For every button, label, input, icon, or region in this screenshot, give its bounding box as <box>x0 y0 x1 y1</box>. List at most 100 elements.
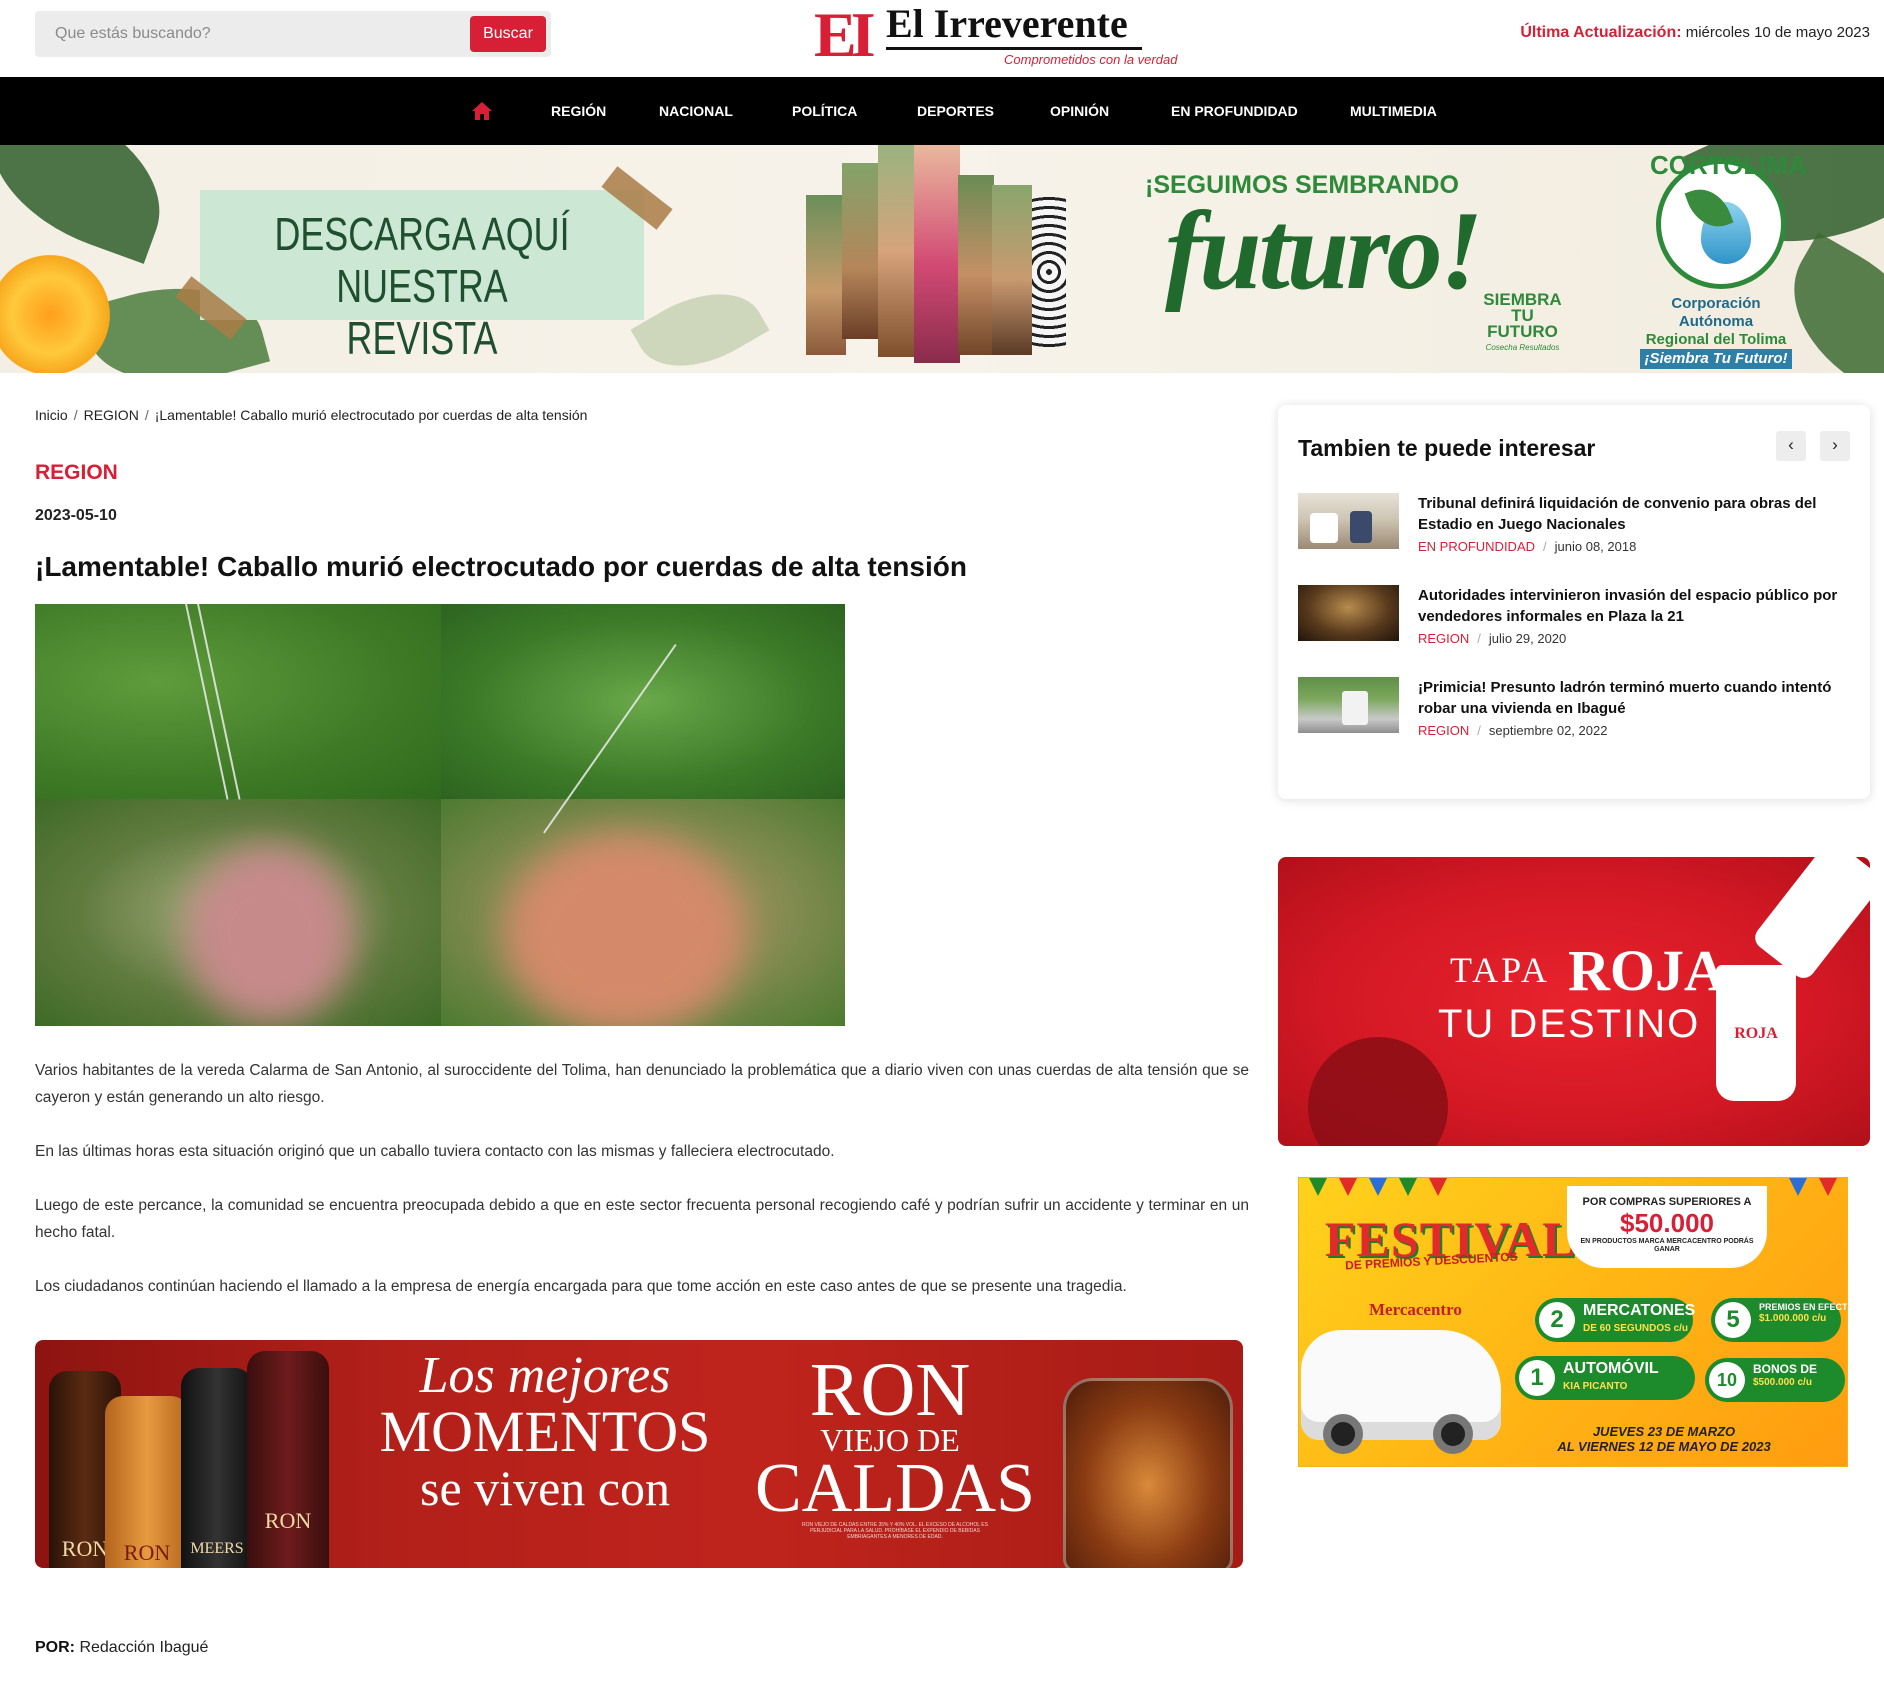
prize-label: PREMIOS EN EFECTIVO DE$1.000.000 c/u <box>1759 1302 1848 1324</box>
site-logo[interactable]: EI El Irreverente Comprometidos con la v… <box>814 2 1177 72</box>
carousel-prev-button[interactable]: ‹ <box>1776 431 1806 461</box>
ron-ad-brand-line-3: CALDAS <box>755 1450 1036 1527</box>
nav-item-nacional[interactable]: NACIONAL <box>659 77 733 145</box>
article-paragraph: Los ciudadanos continúan haciendo el lla… <box>35 1278 1127 1295</box>
prize-badge: 5 PREMIOS EN EFECTIVO DE$1.000.000 c/u <box>1711 1298 1847 1342</box>
related-item[interactable]: ¡Primicia! Presunto ladrón terminó muert… <box>1298 677 1858 747</box>
ron-ad-momentos: MOMENTOS <box>379 1399 711 1464</box>
related-thumbnail[interactable] <box>1298 677 1399 733</box>
bottle-image <box>1750 857 1870 983</box>
offer-line-3: EN PRODUCTOS MARCA MERCACENTRO PODRÁS GA… <box>1580 1238 1754 1253</box>
nav-item-deportes[interactable]: DEPORTES <box>917 77 994 145</box>
nav-item-multimedia[interactable]: MULTIMEDIA <box>1350 77 1437 145</box>
prize-label: MERCATONES DE 60 SEGUNDOS c/u <box>1583 1302 1696 1334</box>
prize-number: 10 <box>1709 1362 1745 1398</box>
prize-badge: 1 AUTOMÓVIL KIA PICANTO <box>1515 1356 1695 1400</box>
ron-ad-brand: RON VIEJO DE CALDAS <box>755 1348 1036 1527</box>
pennant-decoration <box>1789 1178 1807 1196</box>
offer-line-1: POR COMPRAS SUPERIORES A <box>1582 1196 1752 1208</box>
nav-item-region[interactable]: REGIÓN <box>551 77 606 145</box>
cortolima-banner[interactable]: DESCARGA AQUÍ NUESTRA REVISTA INTERACTIV… <box>0 145 1884 373</box>
revista-card[interactable]: DESCARGA AQUÍ NUESTRA REVISTA INTERACTIV… <box>200 190 644 373</box>
breadcrumb-home[interactable]: Inicio <box>35 407 68 423</box>
article-byline: POR: Redacción Ibagué <box>35 1639 208 1657</box>
cortolima-line-1: Corporación Autónoma <box>1671 295 1761 330</box>
pennant-decoration <box>1309 1178 1327 1196</box>
related-item-date: junio 08, 2018 <box>1554 539 1637 554</box>
related-item[interactable]: Autoridades intervinieron invasión del e… <box>1298 585 1858 655</box>
photo-strip <box>914 145 960 363</box>
related-item-meta: REGION / septiembre 02, 2022 <box>1418 723 1607 738</box>
related-item-title[interactable]: Tribunal definirá liquidación de conveni… <box>1418 493 1858 535</box>
related-item-title[interactable]: ¡Primicia! Presunto ladrón terminó muert… <box>1418 677 1858 719</box>
pennant-decoration <box>1339 1178 1357 1196</box>
breadcrumb-section[interactable]: REGION <box>84 407 139 423</box>
article-category[interactable]: REGION <box>35 461 118 485</box>
logo-tagline: Comprometidos con la verdad <box>1004 52 1178 67</box>
cortolima-arc-text: CORTOLIMA <box>1650 150 1807 180</box>
pennant-decoration <box>1399 1178 1417 1196</box>
nav-item-politica[interactable]: POLÍTICA <box>792 77 857 145</box>
related-item-date: julio 29, 2020 <box>1488 631 1567 646</box>
ron-ad-brand-line-1: RON <box>809 1348 971 1432</box>
tapa-ad-line-1: TAPA <box>1450 950 1550 990</box>
glass-image <box>1063 1378 1233 1568</box>
blurred-area <box>505 834 745 1026</box>
meta-separator: / <box>1543 539 1547 554</box>
byline-label: POR: <box>35 1639 75 1656</box>
home-icon[interactable] <box>470 99 494 123</box>
cortolima-line-3: ¡Siembra Tu Futuro! <box>1640 349 1792 369</box>
pennant-decoration <box>1369 1178 1387 1196</box>
last-update-date: miércoles 10 de mayo 2023 <box>1685 24 1870 41</box>
bottle-label: MEERS <box>190 1540 244 1557</box>
carousel-next-button[interactable]: › <box>1820 431 1850 461</box>
ron-viejo-de-caldas-ad[interactable]: RON RON MEERS RON Los mejores MOMENTOS s… <box>35 1340 1243 1568</box>
search-bar: Buscar <box>35 11 551 57</box>
logo-rule <box>886 47 1142 50</box>
nav-item-en-profundidad[interactable]: EN PROFUNDIDAD <box>1171 77 1298 145</box>
photo-strip <box>842 163 882 339</box>
revista-line-2: REVISTA INTERACTIVA <box>305 312 540 373</box>
mercacentro-festival-ad[interactable]: FESTIVAL DE PREMIOS Y DESCUENTOS POR COM… <box>1298 1177 1848 1467</box>
prize-number: 5 <box>1715 1302 1751 1338</box>
related-item-category[interactable]: REGION <box>1418 631 1469 646</box>
bottle-label: RON <box>264 1508 312 1533</box>
siembra-line-3: Cosecha Resultados <box>1485 343 1560 352</box>
festival-offer-box: POR COMPRAS SUPERIORES A $50.000 EN PROD… <box>1567 1186 1767 1268</box>
related-title: Tambien te puede interesar <box>1298 435 1596 461</box>
main-nav: REGIÓN NACIONAL POLÍTICA DEPORTES OPINIÓ… <box>0 77 1884 145</box>
breadcrumb-separator: / <box>73 407 78 423</box>
related-item-meta: REGION / julio 29, 2020 <box>1418 631 1566 646</box>
nav-item-opinion[interactable]: OPINIÓN <box>1050 77 1109 145</box>
prize-badge: 2 MERCATONES DE 60 SEGUNDOS c/u <box>1535 1298 1696 1342</box>
article-image <box>35 604 845 1026</box>
meta-separator: / <box>1477 631 1481 646</box>
siembra-logo: SIEMBRA TU FUTURO Cosecha Resultados <box>1475 291 1570 356</box>
revista-line-1: DESCARGA AQUÍ NUESTRA <box>274 208 570 312</box>
meta-separator: / <box>1477 723 1481 738</box>
cup-label: ROJA <box>1734 1025 1778 1042</box>
search-input[interactable] <box>35 11 470 57</box>
related-thumbnail[interactable] <box>1298 493 1399 549</box>
tapa-ad-roja: ROJA <box>1568 938 1726 1003</box>
bottle-image: MEERS <box>181 1368 253 1568</box>
banner-leaf <box>0 145 185 264</box>
banner-leaf <box>630 269 770 373</box>
related-item-date: septiembre 02, 2022 <box>1488 723 1608 738</box>
bottle-image: RON <box>247 1351 329 1568</box>
last-update-label: Última Actualización: <box>1520 24 1682 41</box>
related-item-category[interactable]: EN PROFUNDIDAD <box>1418 539 1535 554</box>
tapa-roja-ad[interactable]: TAPA ROJA TU DESTINO ROJA <box>1278 857 1870 1146</box>
prize-label: BONOS DE $500.000 c/u <box>1753 1362 1818 1388</box>
related-item[interactable]: Tribunal definirá liquidación de conveni… <box>1298 493 1858 563</box>
related-thumbnail[interactable] <box>1298 585 1399 641</box>
prize-number: 1 <box>1519 1360 1555 1396</box>
related-item-category[interactable]: REGION <box>1418 723 1469 738</box>
cortolima-line-2: Regional del Tolima <box>1645 331 1787 348</box>
breadcrumb: Inicio / REGION / ¡Lamentable! Caballo murió… <box>35 407 587 423</box>
related-item-title[interactable]: Autoridades intervinieron invasión del e… <box>1418 585 1858 627</box>
prize-number: 2 <box>1539 1302 1575 1338</box>
search-button[interactable]: Buscar <box>470 16 546 52</box>
photo-strip <box>992 185 1032 355</box>
pennant-decoration <box>1429 1178 1447 1196</box>
